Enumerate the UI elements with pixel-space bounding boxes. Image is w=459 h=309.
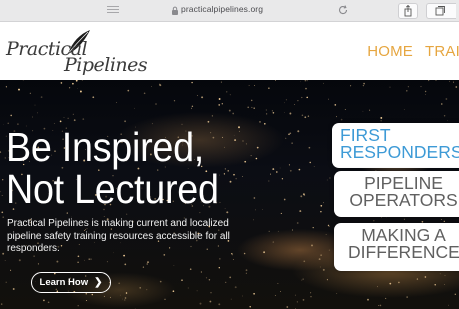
lock-icon [172, 6, 178, 15]
address-bar-url[interactable]: practicalpipelines.org [181, 4, 263, 14]
tile-first-responders[interactable]: FIRST RESPONDERS [332, 123, 459, 168]
tile-label-line-2: RESPONDERS [340, 142, 459, 162]
main-nav: HOME TRAIN [367, 43, 459, 63]
tabs-button[interactable] [426, 3, 456, 19]
chevron-right-icon: ❯ [94, 277, 103, 288]
hero-title-line-1: Be Inspired, [6, 124, 204, 170]
share-icon [404, 4, 412, 17]
learn-how-label: Learn How [39, 277, 89, 288]
tile-label-line-2: OPERATORS [349, 190, 458, 210]
share-button[interactable] [398, 3, 418, 19]
tile-label-line-2: DIFFERENCE! [348, 242, 459, 262]
hero-description: Practical Pipelines is making current an… [7, 218, 230, 254]
tile-making-a-difference[interactable]: MAKING A DIFFERENCE! [334, 223, 459, 271]
nav-train[interactable]: TRAIN [425, 43, 459, 63]
site-header: Practical Pipelines HOME TRAIN [0, 22, 459, 80]
reload-icon[interactable] [337, 4, 349, 16]
hero-title: Be Inspired, Not Lectured [6, 126, 219, 210]
learn-how-button[interactable]: Learn How ❯ [31, 272, 111, 293]
reader-icon[interactable] [107, 6, 119, 16]
hero-title-line-2: Not Lectured [6, 166, 219, 212]
nav-home[interactable]: HOME [367, 43, 413, 63]
logo-word-pipelines: Pipelines [64, 54, 148, 76]
site-logo[interactable]: Practical Pipelines [6, 24, 148, 78]
browser-toolbar: practicalpipelines.org [0, 0, 459, 22]
tabs-icon [435, 6, 445, 16]
tile-pipeline-operators[interactable]: PIPELINE OPERATORS [334, 171, 459, 217]
